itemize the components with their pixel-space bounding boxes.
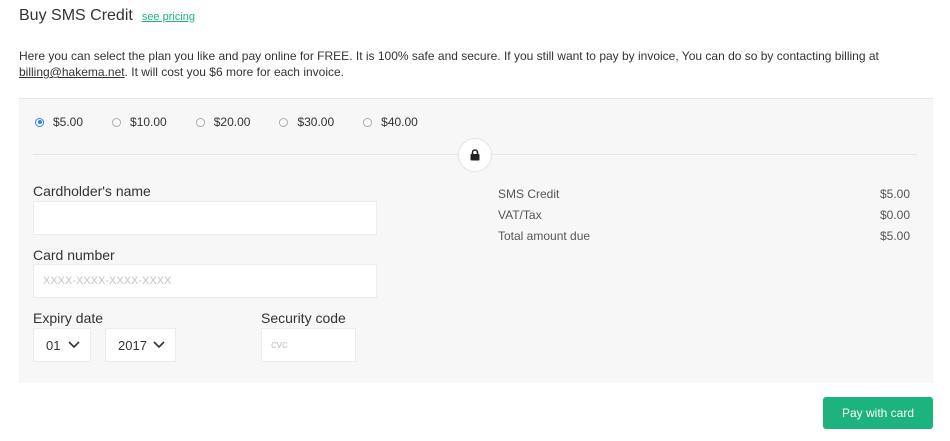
plan-option-20[interactable]: $20.00 (195, 115, 251, 129)
see-pricing-link[interactable]: see pricing (142, 11, 195, 23)
intro-text: Here you can select the plan you like an… (19, 48, 919, 80)
summary-value: $5.00 (879, 229, 910, 243)
card-number-input[interactable]: XXXX-XXXX-XXXX-XXXX (33, 264, 377, 298)
summary-label: SMS Credit (498, 187, 560, 201)
page-title: Buy SMS Credit (19, 7, 133, 24)
summary-label: VAT/Tax (498, 208, 542, 222)
summary-value: $5.00 (879, 187, 910, 201)
summary-row-vat: VAT/Tax $0.00 (498, 205, 910, 226)
summary-row-sms-credit: SMS Credit $5.00 (498, 184, 910, 205)
expiry-year-select[interactable]: 2017 (105, 328, 176, 362)
plan-option-40[interactable]: $40.00 (363, 115, 418, 129)
plan-label-5: $5.00 (53, 115, 84, 129)
cardholder-name-input[interactable] (33, 201, 377, 235)
expiry-month-value: 01 (46, 337, 61, 353)
plan-radio-5[interactable] (35, 117, 44, 127)
cardholder-label: Cardholder's name (33, 183, 151, 199)
card-number-label: Card number (33, 247, 115, 263)
expiry-month-select[interactable]: 01 (33, 328, 91, 362)
chevron-down-icon (153, 341, 165, 349)
payment-panel: $5.00 $10.00 $20.00 $30.00 $40.00 Cardho… (19, 98, 933, 383)
plan-option-5[interactable]: $5.00 (35, 115, 83, 129)
chevron-down-icon (68, 341, 80, 349)
intro-body: Here you can select the plan you like an… (19, 49, 879, 63)
plan-radio-10[interactable] (112, 117, 122, 127)
plan-label-30: $30.00 (297, 115, 335, 129)
summary-row-total: Total amount due $5.00 (498, 226, 910, 247)
plan-radio-20[interactable] (195, 117, 205, 127)
order-summary: SMS Credit $5.00 VAT/Tax $0.00 Total amo… (498, 184, 910, 247)
pay-with-card-button[interactable]: Pay with card (823, 397, 933, 429)
plan-radio-40[interactable] (363, 117, 373, 127)
security-code-label: Security code (261, 310, 346, 326)
summary-value: $0.00 (879, 208, 910, 222)
plan-radio-30[interactable] (279, 117, 289, 127)
plan-label-20: $20.00 (213, 115, 251, 129)
intro-body-end: . It will cost you $6 more for each invo… (124, 65, 345, 79)
secure-badge (458, 138, 492, 172)
security-code-input[interactable]: cvc (261, 328, 356, 362)
plan-label-10: $10.00 (130, 115, 167, 129)
expiry-year-value: 2017 (118, 337, 147, 353)
expiry-date-label: Expiry date (33, 310, 104, 326)
plan-option-30[interactable]: $30.00 (279, 115, 334, 129)
lock-icon (470, 149, 480, 161)
summary-label: Total amount due (498, 229, 591, 243)
plan-option-10[interactable]: $10.00 (112, 115, 167, 129)
plan-label-40: $40.00 (381, 115, 418, 129)
plan-options: $5.00 $10.00 $20.00 $30.00 $40.00 (35, 115, 447, 129)
header: Buy SMS Credit see pricing (19, 7, 195, 25)
billing-email-link[interactable]: billing@hakema.net (19, 65, 125, 79)
